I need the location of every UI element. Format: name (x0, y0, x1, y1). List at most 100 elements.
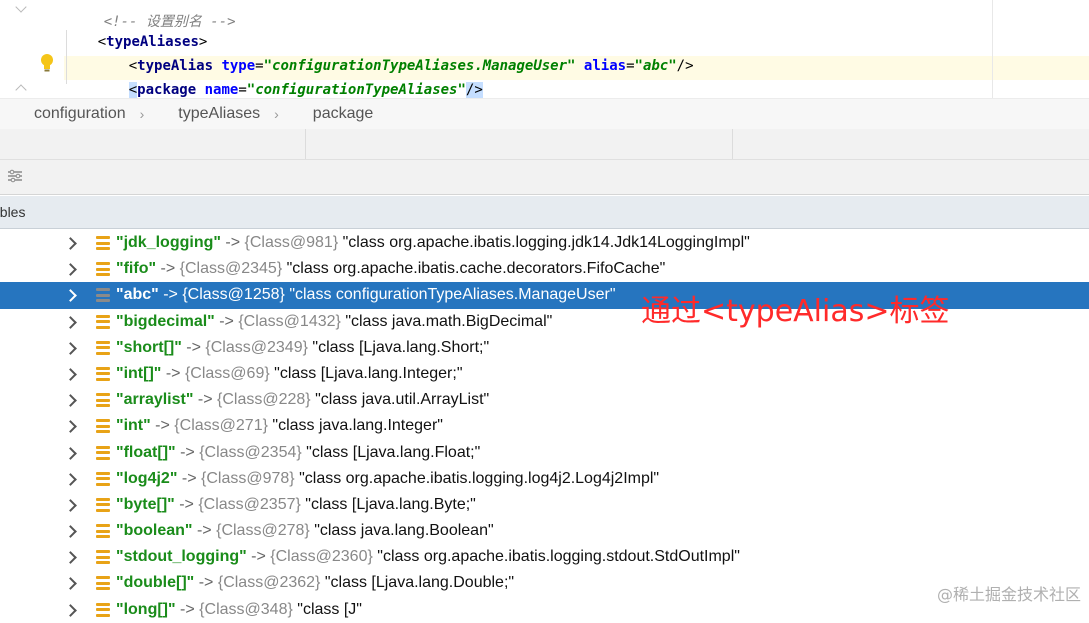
variable-key: "fifo" (116, 260, 157, 278)
variable-value: "class [Ljava.lang.Double;" (324, 574, 515, 592)
variable-row[interactable]: "jdk_logging" -> {Class@981} "class org.… (0, 230, 1089, 256)
variable-text: "double[]" -> {Class@2362} "class [Ljava… (116, 570, 514, 596)
breadcrumb: configuration › typeAliases › package (0, 98, 1089, 130)
panel-divider[interactable] (305, 129, 306, 159)
debug-tab-strip (0, 129, 1089, 160)
variable-text: "byte[]" -> {Class@2357} "class [Ljava.l… (116, 492, 476, 518)
variable-ref: {Class@1258} (182, 286, 285, 304)
code-editor[interactable]: <!-- 设置别名 --> <typeAliases> <typeAlias t… (0, 0, 1089, 98)
variable-value: "class org.apache.ibatis.logging.stdout.… (377, 548, 740, 566)
variable-ref: {Class@1432} (238, 312, 341, 330)
variable-arrow: -> (180, 443, 195, 461)
variable-key: "byte[]" (116, 495, 175, 513)
variable-ref: {Class@278} (216, 522, 310, 540)
code-line-package[interactable]: <package name="configurationTypeAliases"… (95, 57, 483, 98)
variable-ref: {Class@228} (217, 391, 311, 409)
field-icon (96, 471, 110, 486)
variable-arrow: -> (197, 391, 213, 409)
expand-chevron-icon[interactable] (64, 315, 77, 329)
variable-key: "float[]" (116, 443, 176, 461)
code-line-typealias[interactable]: <typeAlias type="configurationTypeAliase… (95, 33, 694, 74)
breadcrumb-item-package[interactable]: package (279, 105, 374, 123)
variable-arrow: -> (163, 286, 178, 304)
variable-text: "log4j2" -> {Class@978} "class org.apach… (116, 466, 659, 492)
variable-row[interactable]: "stdout_logging" -> {Class@2360} "class … (0, 544, 1089, 570)
expand-chevron-icon[interactable] (64, 237, 77, 250)
expand-chevron-icon[interactable] (64, 577, 77, 591)
field-icon (96, 576, 110, 591)
variable-ref: {Class@981} (244, 234, 339, 251)
variable-value: "class java.lang.Integer" (272, 417, 443, 435)
expand-chevron-icon[interactable] (64, 603, 77, 617)
variable-key: "double[]" (116, 574, 195, 592)
variable-arrow: -> (251, 548, 266, 566)
variable-value: "class java.math.BigDecimal" (345, 312, 553, 330)
expand-chevron-icon[interactable] (64, 341, 77, 355)
expand-chevron-icon[interactable] (64, 499, 77, 512)
variable-value: "class [Ljava.lang.Byte;" (305, 495, 476, 513)
variable-ref: {Class@271} (174, 417, 268, 435)
variable-row[interactable]: "double[]" -> {Class@2362} "class [Ljava… (0, 570, 1089, 596)
expand-chevron-icon[interactable] (64, 289, 77, 303)
variable-value: "class org.apache.ibatis.cache.decorator… (286, 260, 666, 278)
expand-chevron-icon[interactable] (64, 420, 77, 434)
expand-chevron-icon[interactable] (64, 551, 77, 565)
lightbulb-icon[interactable] (40, 53, 54, 73)
variable-row[interactable]: "float[]" -> {Class@2354} "class [Ljava.… (0, 440, 1089, 466)
variable-key: "boolean" (116, 522, 193, 540)
variable-arrow: -> (181, 469, 197, 487)
variable-row[interactable]: "log4j2" -> {Class@978} "class org.apach… (0, 466, 1089, 492)
variable-text: "int[]" -> {Class@69} "class [Ljava.lang… (116, 361, 463, 387)
variable-arrow: -> (155, 417, 170, 435)
variable-row[interactable]: "short[]" -> {Class@2349} "class [Ljava.… (0, 335, 1089, 361)
field-icon (96, 340, 110, 355)
attr-value: "configurationTypeAliases" (246, 82, 466, 98)
variable-key: "int[]" (116, 364, 162, 382)
breadcrumb-item-typealiases[interactable]: typeAliases (144, 105, 260, 123)
variable-row[interactable]: "boolean" -> {Class@278} "class java.lan… (0, 518, 1089, 544)
variable-row[interactable]: "long[]" -> {Class@348} "class [J" (0, 597, 1089, 623)
variable-arrow: -> (160, 260, 176, 278)
variable-row[interactable]: "byte[]" -> {Class@2357} "class [Ljava.l… (0, 492, 1089, 518)
variable-text: "long[]" -> {Class@348} "class [J" (116, 597, 362, 623)
expand-chevron-icon[interactable] (64, 394, 77, 407)
variable-row[interactable]: "fifo" -> {Class@2345} "class org.apache… (0, 256, 1089, 282)
code-line-typealiases-open[interactable]: <typeAliases> (64, 9, 208, 50)
variable-text: "boolean" -> {Class@278} "class java.lan… (116, 518, 494, 544)
debug-toolbar (0, 160, 1089, 195)
variable-value: "class configurationTypeAliases.ManageUs… (289, 286, 616, 304)
variable-key: "jdk_logging" (116, 234, 221, 251)
watermark: @稀土掘金技术社区 (936, 581, 1081, 605)
expand-chevron-icon[interactable] (64, 472, 77, 486)
expand-chevron-icon[interactable] (64, 263, 77, 277)
attr-name: alias (583, 58, 627, 74)
filter-settings-icon[interactable] (7, 169, 23, 183)
breadcrumb-separator: › (139, 106, 145, 122)
field-icon (96, 314, 110, 329)
code-line-typealiases-close[interactable]: </typeAliases> (64, 81, 216, 98)
variable-row[interactable]: "int[]" -> {Class@69} "class [Ljava.lang… (0, 361, 1089, 387)
expand-chevron-icon[interactable] (64, 525, 77, 538)
variable-row[interactable]: "int" -> {Class@271} "class java.lang.In… (0, 413, 1089, 439)
variable-value: "class [Ljava.lang.Integer;" (274, 364, 463, 382)
panel-divider[interactable] (732, 129, 733, 159)
variable-ref: {Class@2357} (198, 495, 301, 513)
variable-ref: {Class@348} (199, 600, 293, 618)
attr-value: "abc" (634, 58, 677, 74)
field-icon (96, 419, 110, 434)
variable-value: "class org.apache.ibatis.logging.jdk14.J… (342, 234, 750, 251)
variable-text: "arraylist" -> {Class@228} "class java.u… (116, 387, 489, 413)
variable-arrow: -> (225, 234, 241, 251)
expand-chevron-icon[interactable] (64, 446, 77, 460)
variable-key: "int" (116, 417, 151, 435)
tag-bracket: /> (676, 58, 694, 74)
field-icon (96, 524, 110, 539)
variable-ref: {Class@2354} (199, 443, 302, 461)
variable-value: "class java.lang.Boolean" (314, 522, 494, 540)
breadcrumb-item-configuration[interactable]: configuration (0, 105, 126, 123)
field-icon (96, 366, 110, 381)
variable-arrow: -> (186, 338, 201, 356)
variable-row[interactable]: "arraylist" -> {Class@228} "class java.u… (0, 387, 1089, 413)
expand-chevron-icon[interactable] (64, 368, 77, 381)
field-icon (96, 262, 110, 277)
